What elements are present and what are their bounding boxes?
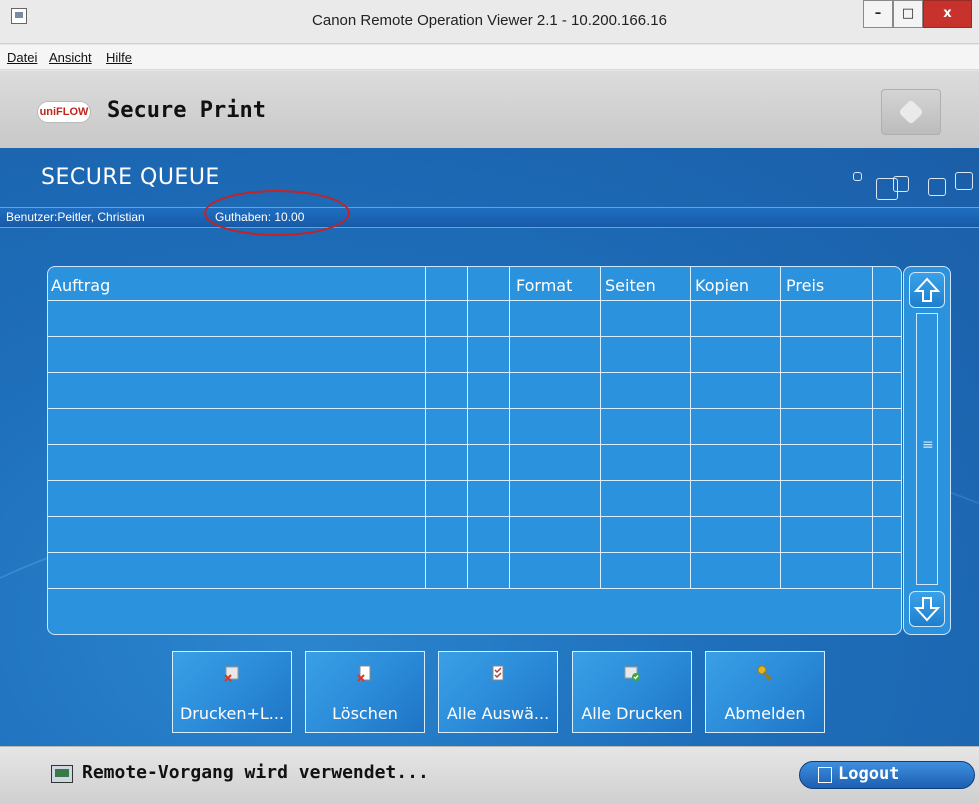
decor-square-icon bbox=[955, 172, 973, 190]
delete-document-icon bbox=[357, 665, 371, 682]
exit-door-icon bbox=[818, 767, 832, 783]
column-divider bbox=[509, 267, 510, 589]
close-button[interactable]: x bbox=[923, 0, 972, 28]
minimize-button[interactable]: – bbox=[863, 0, 893, 28]
table-row[interactable] bbox=[48, 516, 901, 517]
decor-square-icon bbox=[928, 178, 946, 196]
select-all-label: Alle Auswä... bbox=[446, 704, 550, 723]
job-table: Auftrag Format Seiten Kopien Preis bbox=[47, 266, 902, 635]
logout-button-label: Logout bbox=[838, 764, 900, 784]
print-all-button[interactable]: Alle Drucken bbox=[572, 651, 692, 733]
menu-hilfe[interactable]: Hilfe bbox=[106, 50, 132, 65]
delete-label: Löschen bbox=[332, 704, 398, 723]
print-all-icon bbox=[624, 666, 640, 681]
select-all-button[interactable]: Alle Auswä... bbox=[438, 651, 558, 733]
window-title: Canon Remote Operation Viewer 2.1 - 10.2… bbox=[312, 12, 667, 29]
column-header-auftrag[interactable]: Auftrag bbox=[51, 276, 110, 295]
arrow-up-icon bbox=[913, 277, 941, 302]
column-divider bbox=[690, 267, 691, 589]
app-title: Secure Print bbox=[107, 98, 266, 123]
column-header-kopien[interactable]: Kopien bbox=[695, 276, 749, 295]
arrow-down-icon bbox=[913, 597, 941, 622]
home-button[interactable] bbox=[881, 89, 941, 135]
table-row[interactable] bbox=[48, 300, 901, 301]
table-row[interactable] bbox=[48, 372, 901, 373]
table-row[interactable] bbox=[48, 480, 901, 481]
key-logout-icon bbox=[757, 665, 772, 681]
column-header-preis[interactable]: Preis bbox=[786, 276, 824, 295]
table-row[interactable] bbox=[48, 336, 901, 337]
maximize-button[interactable]: □ bbox=[893, 0, 923, 28]
uniflow-logo: uniFLOW bbox=[37, 101, 91, 123]
credit-highlight-ellipse bbox=[204, 190, 350, 236]
column-header-seiten[interactable]: Seiten bbox=[605, 276, 656, 295]
status-text: Remote-Vorgang wird verwendet... bbox=[82, 762, 429, 783]
queue-title: SECURE QUEUE bbox=[41, 165, 220, 190]
select-all-icon bbox=[492, 665, 504, 681]
table-row[interactable] bbox=[48, 408, 901, 409]
print-and-delete-button[interactable]: Drucken+L... bbox=[172, 651, 292, 733]
decor-square-icon bbox=[893, 176, 909, 192]
table-row[interactable] bbox=[48, 552, 901, 553]
menubar: Datei Ansicht Hilfe bbox=[0, 45, 979, 70]
print-delete-icon bbox=[224, 666, 239, 682]
column-divider bbox=[600, 267, 601, 589]
column-divider bbox=[467, 267, 468, 589]
scroll-down-button[interactable] bbox=[909, 591, 945, 627]
monitor-icon bbox=[51, 765, 73, 783]
table-scrollbar[interactable]: ≡ bbox=[903, 266, 951, 635]
menu-ansicht[interactable]: Ansicht bbox=[49, 50, 92, 65]
user-label: Benutzer:Peitler, Christian bbox=[6, 210, 145, 224]
menu-datei[interactable]: Datei bbox=[7, 50, 37, 65]
column-divider bbox=[780, 267, 781, 589]
scroll-thumb[interactable]: ≡ bbox=[922, 437, 934, 453]
column-divider bbox=[872, 267, 873, 589]
logout-label: Abmelden bbox=[724, 704, 806, 723]
table-row[interactable] bbox=[48, 444, 901, 445]
logout-button-main[interactable]: Abmelden bbox=[705, 651, 825, 733]
column-divider bbox=[425, 267, 426, 589]
column-header-format[interactable]: Format bbox=[516, 276, 572, 295]
delete-button[interactable]: Löschen bbox=[305, 651, 425, 733]
user-info-bar bbox=[0, 207, 979, 228]
print-and-delete-label: Drucken+L... bbox=[179, 704, 285, 723]
decor-square-icon bbox=[853, 172, 862, 181]
scroll-up-button[interactable] bbox=[909, 272, 945, 308]
window-titlebar: Canon Remote Operation Viewer 2.1 - 10.2… bbox=[0, 0, 979, 44]
print-all-label: Alle Drucken bbox=[581, 704, 683, 723]
table-row[interactable] bbox=[48, 588, 901, 589]
